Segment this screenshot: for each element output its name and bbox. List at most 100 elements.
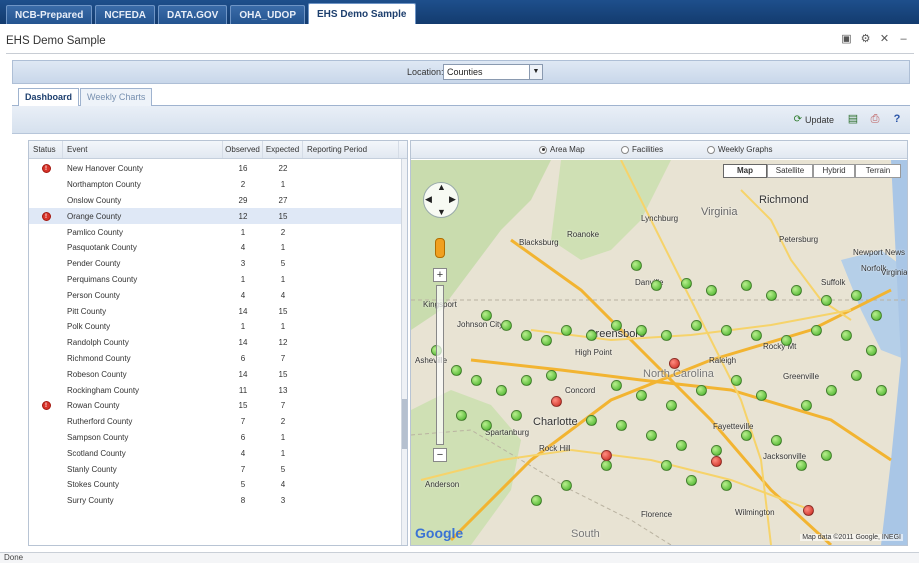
table-row[interactable]: Surry County 8 3 bbox=[29, 493, 401, 509]
pan-control[interactable]: ▲ ▼ ◀ ▶ bbox=[423, 182, 459, 218]
red-marker-icon[interactable] bbox=[803, 505, 814, 516]
green-marker-icon[interactable] bbox=[521, 375, 532, 386]
google-logo[interactable]: Google bbox=[415, 525, 463, 541]
green-marker-icon[interactable] bbox=[616, 420, 627, 431]
green-marker-icon[interactable] bbox=[821, 295, 832, 306]
table-row[interactable]: Northampton County 2 1 bbox=[29, 177, 401, 193]
table-scrollbar[interactable] bbox=[401, 159, 407, 545]
table-row[interactable]: Richmond County 6 7 bbox=[29, 351, 401, 367]
green-marker-icon[interactable] bbox=[531, 495, 542, 506]
green-marker-icon[interactable] bbox=[661, 460, 672, 471]
green-marker-icon[interactable] bbox=[721, 325, 732, 336]
table-row[interactable]: Sampson County 6 1 bbox=[29, 430, 401, 446]
green-marker-icon[interactable] bbox=[781, 335, 792, 346]
green-marker-icon[interactable] bbox=[456, 410, 467, 421]
green-marker-icon[interactable] bbox=[661, 330, 672, 341]
green-marker-icon[interactable] bbox=[841, 330, 852, 341]
green-marker-icon[interactable] bbox=[731, 375, 742, 386]
scrollbar-thumb[interactable] bbox=[402, 399, 407, 449]
green-marker-icon[interactable] bbox=[471, 375, 482, 386]
green-marker-icon[interactable] bbox=[791, 285, 802, 296]
green-marker-icon[interactable] bbox=[866, 345, 877, 356]
red-marker-icon[interactable] bbox=[551, 396, 562, 407]
column-header-status[interactable]: Status bbox=[29, 141, 63, 158]
green-marker-icon[interactable] bbox=[696, 385, 707, 396]
table-row[interactable]: Pender County 3 5 bbox=[29, 256, 401, 272]
tab-ncb-prepared[interactable]: NCB-Prepared bbox=[6, 5, 93, 24]
print-icon[interactable]: ⎙ bbox=[868, 112, 882, 126]
green-marker-icon[interactable] bbox=[501, 320, 512, 331]
arrow-right-icon[interactable]: ▶ bbox=[449, 194, 456, 205]
green-marker-icon[interactable] bbox=[686, 475, 697, 486]
green-marker-icon[interactable] bbox=[771, 435, 782, 446]
tab-ncfeda[interactable]: NCFEDA bbox=[95, 5, 156, 24]
column-header-observed[interactable]: Observed bbox=[223, 141, 263, 158]
green-marker-icon[interactable] bbox=[601, 460, 612, 471]
green-marker-icon[interactable] bbox=[741, 430, 752, 441]
table-row[interactable]: Robeson County 14 15 bbox=[29, 366, 401, 382]
update-button[interactable]: ⟳ Update bbox=[794, 114, 834, 125]
zoom-slider[interactable] bbox=[436, 285, 444, 445]
chevron-down-icon[interactable]: ▼ bbox=[529, 65, 542, 79]
green-marker-icon[interactable] bbox=[766, 290, 777, 301]
column-header-expected[interactable]: Expected bbox=[263, 141, 303, 158]
tab-oha-udop[interactable]: OHA_UDOP bbox=[230, 5, 306, 24]
table-row[interactable]: Stokes County 5 4 bbox=[29, 477, 401, 493]
red-marker-icon[interactable] bbox=[711, 456, 722, 467]
table-row[interactable]: Onslow County 29 27 bbox=[29, 193, 401, 209]
settings-icon[interactable]: ⚙ bbox=[859, 33, 872, 46]
table-row[interactable]: Pasquotank County 4 1 bbox=[29, 240, 401, 256]
green-marker-icon[interactable] bbox=[546, 370, 557, 381]
green-marker-icon[interactable] bbox=[521, 330, 532, 341]
radio-facilities[interactable]: Facilities bbox=[621, 145, 663, 154]
green-marker-icon[interactable] bbox=[851, 290, 862, 301]
green-marker-icon[interactable] bbox=[851, 370, 862, 381]
green-marker-icon[interactable] bbox=[636, 325, 647, 336]
minimize-icon[interactable]: – bbox=[897, 33, 910, 46]
green-marker-icon[interactable] bbox=[636, 390, 647, 401]
green-marker-icon[interactable] bbox=[611, 320, 622, 331]
table-row[interactable]: Scotland County 4 1 bbox=[29, 445, 401, 461]
green-marker-icon[interactable] bbox=[481, 310, 492, 321]
green-marker-icon[interactable] bbox=[751, 330, 762, 341]
green-marker-icon[interactable] bbox=[821, 450, 832, 461]
table-row[interactable]: Rockingham County 11 13 bbox=[29, 382, 401, 398]
map-canvas[interactable]: Richmond Virginia Lynchburg Roanoke Blac… bbox=[411, 160, 907, 545]
map-type-hybrid[interactable]: Hybrid bbox=[813, 164, 855, 178]
table-row[interactable]: Stanly County 7 5 bbox=[29, 461, 401, 477]
restore-icon[interactable]: ▣ bbox=[840, 33, 853, 46]
tab-dashboard[interactable]: Dashboard bbox=[18, 88, 80, 107]
green-marker-icon[interactable] bbox=[826, 385, 837, 396]
red-marker-icon[interactable] bbox=[669, 358, 680, 369]
table-row[interactable]: Pamlico County 1 2 bbox=[29, 224, 401, 240]
green-marker-icon[interactable] bbox=[676, 440, 687, 451]
green-marker-icon[interactable] bbox=[706, 285, 717, 296]
green-marker-icon[interactable] bbox=[586, 415, 597, 426]
column-header-reporting-period[interactable]: Reporting Period bbox=[303, 141, 399, 158]
green-marker-icon[interactable] bbox=[876, 385, 887, 396]
close-icon[interactable]: ✕ bbox=[878, 33, 891, 46]
tab-ehs-demo-sample[interactable]: EHS Demo Sample bbox=[308, 3, 416, 24]
green-marker-icon[interactable] bbox=[511, 410, 522, 421]
column-header-event[interactable]: Event bbox=[63, 141, 223, 158]
green-marker-icon[interactable] bbox=[561, 480, 572, 491]
green-marker-icon[interactable] bbox=[871, 310, 882, 321]
table-row[interactable]: Randolph County 14 12 bbox=[29, 335, 401, 351]
green-marker-icon[interactable] bbox=[496, 385, 507, 396]
green-marker-icon[interactable] bbox=[561, 325, 572, 336]
red-marker-icon[interactable] bbox=[601, 450, 612, 461]
street-view-pegman-icon[interactable] bbox=[435, 238, 445, 258]
table-row[interactable]: ! New Hanover County 16 22 bbox=[29, 161, 401, 177]
radio-area-map[interactable]: Area Map bbox=[539, 145, 585, 154]
green-marker-icon[interactable] bbox=[811, 325, 822, 336]
table-row[interactable]: Pitt County 14 15 bbox=[29, 303, 401, 319]
table-row[interactable]: Perquimans County 1 1 bbox=[29, 272, 401, 288]
table-row[interactable]: ! Orange County 12 15 bbox=[29, 208, 401, 225]
arrow-left-icon[interactable]: ◀ bbox=[425, 194, 432, 205]
green-marker-icon[interactable] bbox=[691, 320, 702, 331]
green-marker-icon[interactable] bbox=[741, 280, 752, 291]
table-row[interactable]: ! Rowan County 15 7 bbox=[29, 398, 401, 414]
map-type-map[interactable]: Map bbox=[723, 164, 767, 178]
arrow-up-icon[interactable]: ▲ bbox=[437, 182, 446, 192]
green-marker-icon[interactable] bbox=[611, 380, 622, 391]
